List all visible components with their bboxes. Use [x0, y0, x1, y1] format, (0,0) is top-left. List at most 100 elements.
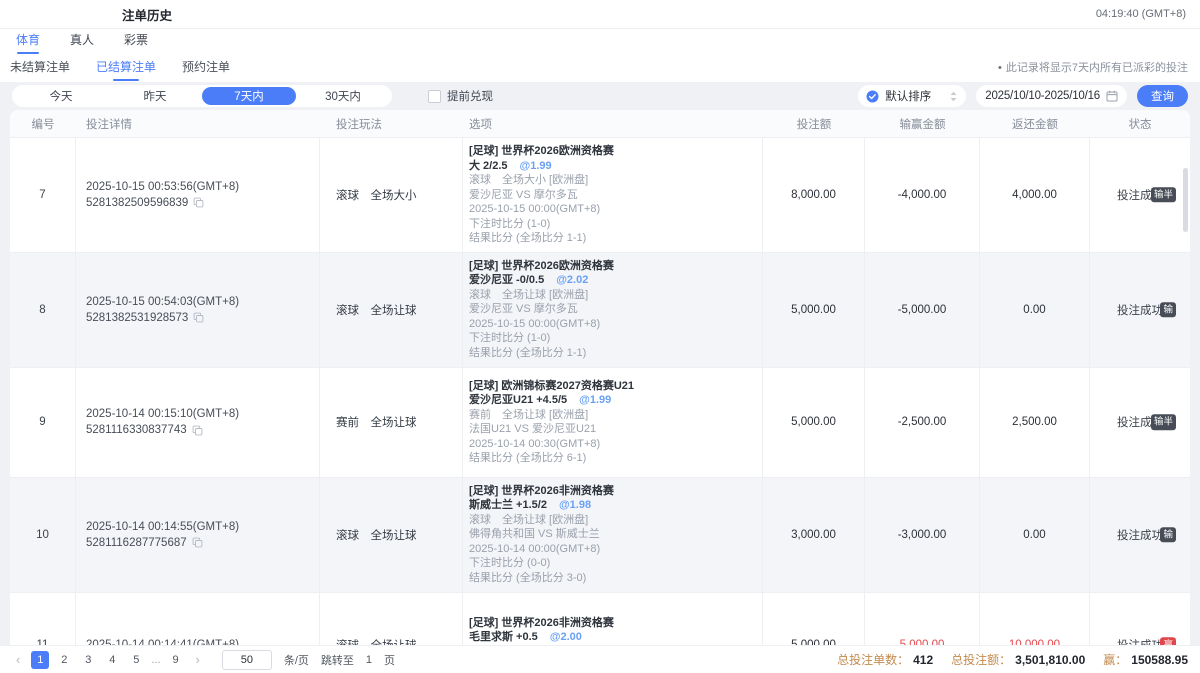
pagination-bar: ‹ 12345...9 › 条/页 跳转至 1 页 总投注单数：412总投注额：…: [0, 645, 1200, 673]
total-value: 3,501,810.00: [1015, 653, 1085, 667]
note-text: 此记录将显示7天内所有已派彩的投注: [1006, 62, 1188, 74]
bet-id-value: 5281382531928573: [86, 312, 188, 324]
bet-play-cell: 赛前 全场让球: [320, 368, 463, 477]
option-sub-line: 爱沙尼亚 VS 摩尔多瓦: [469, 302, 578, 317]
option-odds: @1.99: [520, 160, 552, 172]
tab-体育[interactable]: 体育: [16, 31, 40, 54]
copy-icon[interactable]: [192, 537, 203, 548]
bet-time: 2025-10-14 00:14:55(GMT+8): [86, 521, 239, 533]
total-item-1: 总投注单数：412: [837, 651, 933, 668]
bet-number-cell: 7: [10, 138, 76, 252]
option-sub-line: 滚球 全场让球 [欧洲盘]: [469, 513, 588, 528]
bet-play-cell: 滚球 全场让球: [320, 593, 463, 646]
page-button-4[interactable]: 4: [103, 651, 121, 669]
check-circle-icon: [866, 90, 879, 103]
early-cashout-filter[interactable]: 提前兑现: [428, 88, 493, 104]
pagination-controls: ‹ 12345...9 › 条/页 跳转至 1 页: [12, 650, 395, 670]
return-cell: 4,000.00: [980, 138, 1090, 252]
copy-icon[interactable]: [193, 312, 204, 323]
option-pick: 大 2/2.5: [469, 160, 508, 172]
bet-time: 2025-10-15 00:54:03(GMT+8): [86, 296, 239, 308]
option-sub-line: 2025-10-15 00:00(GMT+8): [469, 202, 600, 217]
jump-page-suffix: 页: [384, 652, 395, 668]
bet-time: 2025-10-14 00:15:10(GMT+8): [86, 408, 239, 420]
page-ellipsis: ...: [151, 654, 160, 666]
winloss-cell: 5,000.00: [865, 593, 980, 646]
option-sub-line: 佛得角共和国 VS 斯威士兰: [469, 527, 600, 542]
copy-icon[interactable]: [193, 197, 204, 208]
early-cashout-checkbox[interactable]: [428, 90, 441, 103]
bet-detail-cell: 2025-10-15 00:54:03(GMT+8) 52813825319285…: [76, 253, 320, 367]
page-button-1[interactable]: 1: [31, 651, 49, 669]
sort-dropdown[interactable]: 默认排序: [858, 85, 966, 107]
page-button-2[interactable]: 2: [55, 651, 73, 669]
top-bar: 注单历史 04:19:40 (GMT+8): [0, 0, 1200, 28]
server-time: 04:19:40 (GMT+8): [1096, 8, 1186, 20]
bet-option-cell: [足球] 世界杯2026欧洲资格赛大 2/2.5@1.99滚球 全场大小 [欧洲…: [463, 138, 763, 252]
vertical-scrollbar[interactable]: [1183, 168, 1188, 232]
winloss-cell: -3,000.00: [865, 478, 980, 592]
option-sub-line: 结果比分 (全场比分 3-0): [469, 571, 586, 586]
bet-play-cell: 滚球 全场让球: [320, 253, 463, 367]
option-sub-line: 结果比分 (全场比分 1-1): [469, 346, 586, 361]
table-row: 72025-10-15 00:53:56(GMT+8)5281382509596…: [10, 137, 1190, 252]
option-odds: @2.00: [550, 631, 582, 643]
option-sub-line: 滚球 全场大小 [欧洲盘]: [469, 173, 588, 188]
table-body: 72025-10-15 00:53:56(GMT+8)5281382509596…: [10, 137, 1190, 645]
bet-option-cell: [足球] 世界杯2026非洲资格赛斯威士兰 +1.5/2@1.98滚球 全场让球…: [463, 478, 763, 592]
search-button[interactable]: 查询: [1137, 85, 1188, 107]
prev-page-icon[interactable]: ‹: [12, 652, 24, 667]
total-value: 412: [913, 653, 933, 667]
option-odds: @1.98: [559, 499, 591, 511]
bet-table-card: 编号投注详情投注玩法选项投注额输赢金额返还金额状态 72025-10-15 00…: [10, 110, 1190, 645]
column-header-2: 投注详情: [76, 116, 320, 132]
subtab-已结算注单[interactable]: 已结算注单: [96, 58, 156, 82]
bet-id-value: 5281116287775687: [86, 537, 187, 549]
option-pick-line: 爱沙尼亚U21 +4.5/5@1.99: [469, 393, 611, 408]
date-range-value: 2025/10/10-2025/10/16: [985, 90, 1100, 102]
bet-play-cell: 滚球 全场大小: [320, 138, 463, 252]
option-sub-line: 下注时比分 (1-0): [469, 331, 550, 346]
copy-icon[interactable]: [192, 425, 203, 436]
subtab-未结算注单[interactable]: 未结算注单: [10, 58, 70, 82]
tab-彩票[interactable]: 彩票: [124, 31, 148, 54]
option-sub-line: 滚球 全场让球 [欧洲盘]: [469, 288, 588, 303]
option-league: [足球] 世界杯2026非洲资格赛: [469, 484, 614, 499]
subtab-预约注单[interactable]: 预约注单: [182, 58, 230, 82]
bet-option-cell: [足球] 欧洲锦标赛2027资格赛U21爱沙尼亚U21 +4.5/5@1.99赛…: [463, 368, 763, 477]
bet-time: 2025-10-14 00:14:41(GMT+8): [86, 639, 239, 646]
option-pick-line: 斯威士兰 +1.5/2@1.98: [469, 498, 591, 513]
page-size-input[interactable]: [222, 650, 272, 670]
return-cell: 0.00: [980, 478, 1090, 592]
bet-number-cell: 11: [10, 593, 76, 646]
range-button-昨天[interactable]: 昨天: [108, 87, 202, 105]
return-cell: 0.00: [980, 253, 1090, 367]
column-header-6: 输赢金额: [865, 116, 980, 132]
note-bullet: •: [998, 62, 1002, 74]
bet-id-value: 5281116330837743: [86, 424, 187, 436]
date-range-input[interactable]: 2025/10/10-2025/10/16: [976, 85, 1127, 107]
range-button-7天内[interactable]: 7天内: [202, 87, 296, 105]
range-button-30天内[interactable]: 30天内: [296, 87, 390, 105]
main-tabs: 体育 真人 彩票: [0, 28, 1200, 54]
bet-option-cell: [足球] 世界杯2026欧洲资格赛爱沙尼亚 -0/0.5@2.02滚球 全场让球…: [463, 253, 763, 367]
bet-detail-cell: 2025-10-14 00:14:55(GMT+8) 52811162877756…: [76, 478, 320, 592]
total-label: 赢：: [1103, 653, 1127, 667]
result-badge: 输: [1160, 302, 1176, 318]
stake-cell: 5,000.00: [763, 593, 865, 646]
table-row: 102025-10-14 00:14:55(GMT+8)528111628777…: [10, 477, 1190, 592]
option-sub-line: 下注时比分 (0-0): [469, 556, 550, 571]
tab-真人[interactable]: 真人: [70, 31, 94, 54]
total-item-3: 赢：150588.95: [1103, 651, 1188, 668]
stake-cell: 3,000.00: [763, 478, 865, 592]
page-button-3[interactable]: 3: [79, 651, 97, 669]
range-button-今天[interactable]: 今天: [14, 87, 108, 105]
column-header-1: 编号: [10, 116, 76, 132]
page-button-5[interactable]: 5: [127, 651, 145, 669]
option-league: [足球] 世界杯2026非洲资格赛: [469, 616, 614, 631]
page-button-9[interactable]: 9: [167, 651, 185, 669]
jump-page-value[interactable]: 1: [366, 654, 372, 666]
column-header-4: 选项: [463, 116, 763, 132]
option-sub-line: 爱沙尼亚 VS 摩尔多瓦: [469, 188, 578, 203]
next-page-icon[interactable]: ›: [192, 652, 204, 667]
